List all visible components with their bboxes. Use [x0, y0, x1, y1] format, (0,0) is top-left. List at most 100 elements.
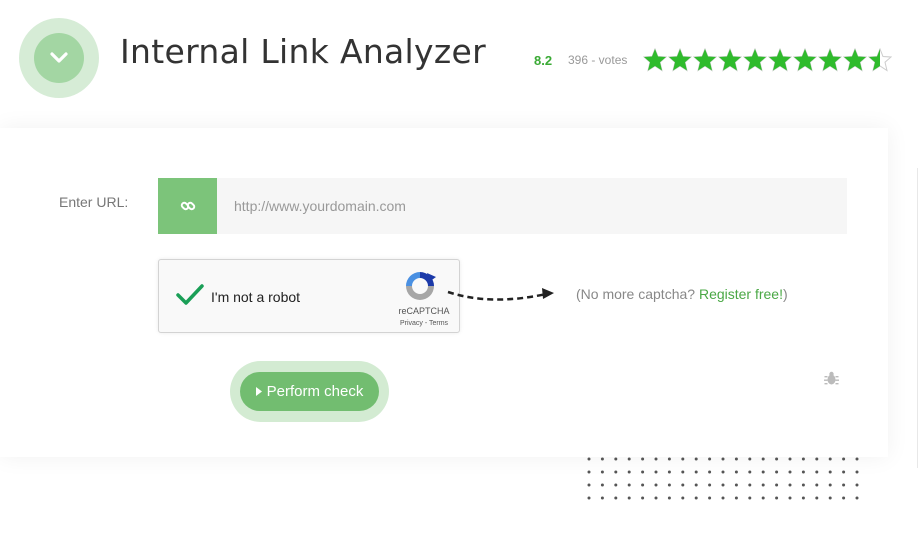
dot: [627, 496, 631, 500]
dot: [614, 496, 618, 500]
dot: [681, 496, 685, 500]
dot: [614, 470, 618, 474]
caret-right-icon: [255, 387, 262, 396]
captcha-brand: reCAPTCHA: [398, 306, 450, 316]
star-icon[interactable]: [718, 48, 742, 72]
star-icon[interactable]: [643, 48, 667, 72]
dot: [721, 483, 725, 487]
perform-check-ring: Perform check: [230, 361, 389, 422]
dot: [587, 496, 591, 500]
dot: [708, 457, 712, 461]
captcha-label: I'm not a robot: [211, 289, 301, 305]
dot: [587, 470, 591, 474]
dot: [641, 483, 645, 487]
dot: [600, 496, 604, 500]
side-divider: [917, 168, 922, 468]
logo-badge[interactable]: [19, 18, 99, 98]
dot: [641, 457, 645, 461]
dot: [748, 483, 752, 487]
dot: [801, 457, 805, 461]
dot: [681, 457, 685, 461]
dot: [855, 496, 859, 500]
star-icon[interactable]: [693, 48, 717, 72]
dot: [855, 483, 859, 487]
dot: [801, 470, 805, 474]
dot: [828, 470, 832, 474]
dot: [667, 496, 671, 500]
captcha-terms-link[interactable]: Privacy - Terms: [390, 320, 458, 327]
no-captcha-note: (No more captcha? Register free!): [576, 286, 788, 302]
dot: [681, 483, 685, 487]
dot: [708, 470, 712, 474]
dot: [788, 470, 792, 474]
dot: [734, 457, 738, 461]
dot: [721, 457, 725, 461]
dot: [761, 496, 765, 500]
url-input[interactable]: [217, 178, 847, 234]
url-icon-box: [158, 178, 217, 234]
dot: [828, 483, 832, 487]
dot: [815, 470, 819, 474]
star-icon[interactable]: [843, 48, 867, 72]
url-label: Enter URL:: [59, 194, 129, 210]
dot: [600, 457, 604, 461]
dot: [614, 457, 618, 461]
dot: [855, 457, 859, 461]
dot: [775, 496, 779, 500]
dot: [587, 483, 591, 487]
dot: [748, 457, 752, 461]
star-icon[interactable]: [768, 48, 792, 72]
dot: [667, 457, 671, 461]
dot: [667, 483, 671, 487]
dot: [708, 496, 712, 500]
dot: [801, 483, 805, 487]
decorative-dots: [587, 457, 859, 500]
dot: [842, 470, 846, 474]
star-icon[interactable]: [793, 48, 817, 72]
rating-votes: 396 - votes: [568, 53, 628, 67]
dot: [815, 483, 819, 487]
dot: [627, 470, 631, 474]
star-icon[interactable]: [868, 48, 892, 72]
dot: [842, 457, 846, 461]
dot: [815, 457, 819, 461]
perform-check-button[interactable]: Perform check: [240, 372, 379, 411]
dot: [734, 470, 738, 474]
page-title: Internal Link Analyzer: [120, 32, 486, 71]
dot: [614, 483, 618, 487]
recaptcha-widget[interactable]: I'm not a robot reCAPTCHA Privacy - Term…: [158, 259, 460, 333]
dot: [654, 470, 658, 474]
dot: [627, 457, 631, 461]
dot: [788, 457, 792, 461]
dot: [815, 496, 819, 500]
dot: [641, 470, 645, 474]
dot: [721, 470, 725, 474]
dot: [788, 496, 792, 500]
bug-icon[interactable]: [824, 371, 839, 386]
star-icon[interactable]: [743, 48, 767, 72]
dot: [587, 457, 591, 461]
dot: [775, 470, 779, 474]
dot: [641, 496, 645, 500]
dot: [842, 483, 846, 487]
dot: [654, 496, 658, 500]
dot: [775, 483, 779, 487]
perform-check-label: Perform check: [266, 383, 364, 400]
dot: [600, 470, 604, 474]
register-free-link[interactable]: Register free!: [699, 286, 783, 302]
no-captcha-suffix: ): [783, 286, 788, 302]
logo-inner: [34, 33, 84, 83]
dot: [801, 496, 805, 500]
dot: [654, 457, 658, 461]
checkmark-icon[interactable]: [175, 282, 205, 308]
dot: [734, 483, 738, 487]
dot: [694, 483, 698, 487]
link-icon: [180, 201, 195, 211]
dashed-arrow-icon: [447, 288, 554, 301]
star-icon[interactable]: [818, 48, 842, 72]
star-icon[interactable]: [668, 48, 692, 72]
analyzer-form-card: Enter URL: I'm not a robot reCAPTCHA Pri…: [0, 128, 888, 457]
dot: [842, 496, 846, 500]
rating-stars[interactable]: [643, 48, 892, 72]
recaptcha-logo-icon: [406, 272, 436, 300]
